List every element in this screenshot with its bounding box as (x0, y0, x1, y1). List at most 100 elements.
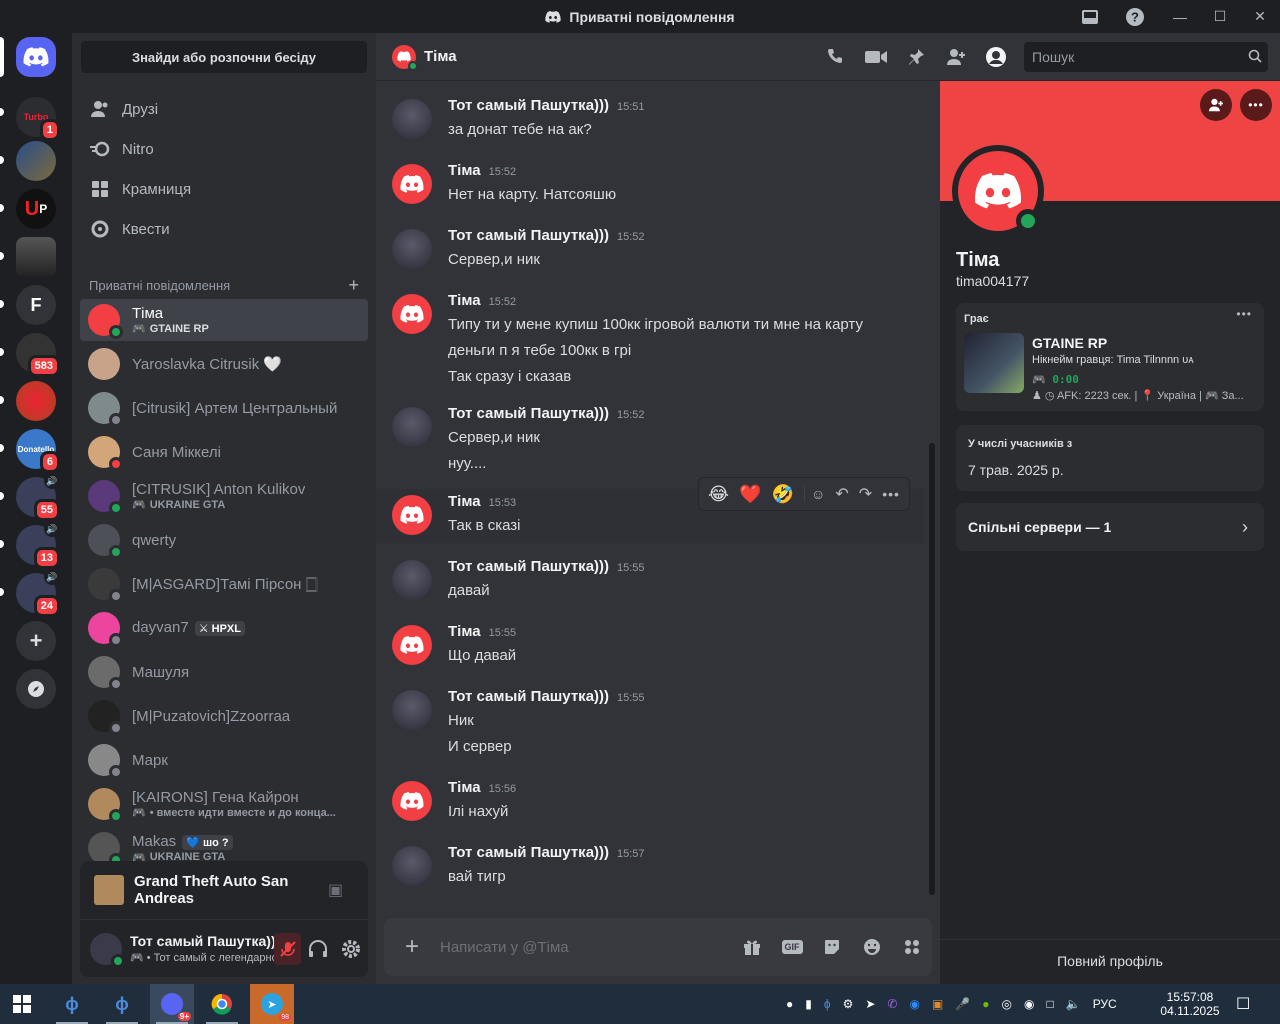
message[interactable]: Тот самый Пашутка))) 15:52 Сервер,и ник нуу… (376, 405, 924, 479)
reply-icon[interactable]: ↶ (835, 484, 848, 504)
message-author[interactable]: Тот самый Пашутка))) (448, 405, 609, 422)
dm-item[interactable]: Машуля (80, 651, 368, 693)
tray-app-icon[interactable]: ▮ (805, 997, 812, 1011)
dm-item[interactable]: Марк (80, 739, 368, 781)
message-author[interactable]: Тот самый Пашутка))) (448, 558, 609, 575)
tray-app2-icon[interactable]: ▣ (932, 997, 943, 1011)
maximize-icon[interactable]: ☐ (1200, 0, 1240, 33)
tray-discord-icon[interactable]: ● (786, 997, 793, 1011)
dm-item[interactable]: [KAIRONS] Гена Кайрон 🎮 • вместе идти вмес… (80, 783, 368, 825)
guild-7[interactable] (16, 381, 56, 421)
gif-icon[interactable]: GIF (772, 940, 812, 954)
attach-plus-icon[interactable]: + (384, 933, 440, 961)
settings-gear-icon[interactable] (334, 939, 368, 959)
headphones-icon[interactable] (301, 939, 335, 958)
guild-vykup[interactable] (16, 237, 56, 277)
discover-button[interactable] (16, 669, 56, 709)
message-author[interactable]: Тот самый Пашутка))) (448, 688, 609, 705)
dm-item[interactable]: dayvan7 ⚔ HPXL (80, 607, 368, 649)
message-author[interactable]: Тіма (448, 623, 481, 640)
dm-item[interactable]: [CITRUSIK] Anton Kulikov 🎮 UKRAINE GTA (80, 475, 368, 517)
message[interactable]: Тіма 15:56 Ілі нахуй (376, 779, 924, 827)
guild-donatello[interactable]: Donatello 6 (16, 429, 60, 473)
activity-panel[interactable]: Grand Theft Auto San Andreas ▣ (80, 861, 368, 919)
tray-clock[interactable]: 15:57:08 04.11.2025 (1152, 984, 1228, 1024)
dm-item[interactable]: qwerty (80, 519, 368, 561)
tray-network-icon[interactable]: □ (1046, 997, 1053, 1011)
discord-default-avatar-icon[interactable] (392, 294, 432, 334)
windows-start-icon[interactable] (0, 984, 44, 1024)
nav-friends[interactable]: Друзі (80, 89, 368, 129)
author-avatar[interactable] (392, 99, 432, 139)
tray-viber-icon[interactable]: ✆ (887, 997, 897, 1011)
add-reaction-icon[interactable]: ☺ (804, 486, 825, 502)
message[interactable]: Тот самый Пашутка))) 15:57 вай тигр (376, 844, 924, 892)
message-author[interactable]: Тіма (448, 493, 481, 510)
dm-item[interactable]: Тіма 🎮 GTAINE RP (80, 299, 368, 341)
user-avatar[interactable] (90, 932, 125, 968)
message[interactable]: Тіма 15:52 Нет на карту. Натсояшю (376, 162, 924, 210)
guild-9[interactable]: 🔊 55 (16, 473, 60, 521)
discord-default-avatar-icon[interactable] (392, 164, 432, 204)
tray-mic-icon[interactable]: 🎤 (955, 997, 970, 1011)
voice-call-icon[interactable] (824, 45, 848, 69)
taskbar-app-2-icon[interactable]: ϕ (100, 984, 144, 1024)
reaction-heart[interactable]: ❤️ (739, 484, 761, 505)
tray-steam-icon[interactable]: ⚙ (843, 997, 854, 1011)
guild-11[interactable]: 🔊 24 (16, 569, 60, 617)
reaction-rofl[interactable]: 🤣 (772, 484, 794, 505)
message[interactable]: Тіма 15:52 Типу ти у мене купиш 100кк ігро… (376, 292, 924, 392)
add-friend-icon[interactable] (1200, 89, 1232, 121)
tray-volume-icon[interactable]: 🔈 (1066, 997, 1081, 1011)
taskbar-chrome-icon[interactable] (200, 984, 244, 1024)
gift-icon[interactable] (732, 938, 772, 956)
author-avatar[interactable] (392, 407, 432, 447)
apps-icon[interactable] (892, 938, 932, 956)
message[interactable]: Тот самый Пашутка))) 15:52 Сервер,и ник (376, 227, 924, 275)
message-composer[interactable]: + Написати у @Тіма GIF (384, 918, 932, 976)
guild-turbo[interactable]: Turbo 1 (16, 97, 60, 141)
reaction-laugh[interactable]: 😂 (708, 484, 729, 505)
discord-default-avatar-icon[interactable] (392, 625, 432, 665)
guild-2[interactable] (16, 141, 56, 181)
tray-telegram-icon[interactable]: ➤ (865, 997, 875, 1011)
find-conversation-button[interactable]: Знайди або розпочни бесіду (81, 41, 367, 73)
full-profile-link[interactable]: Повний профіль (940, 953, 1280, 969)
message-author[interactable]: Тот самый Пашутка))) (448, 844, 609, 861)
message-author[interactable]: Тіма (448, 162, 481, 179)
emoji-icon[interactable] (852, 938, 892, 956)
nav-nitro[interactable]: Nitro (80, 129, 368, 169)
guild-f[interactable]: F (16, 285, 56, 325)
dm-item[interactable]: [Citrusik] Артем Центральный (80, 387, 368, 429)
tray-app3-icon[interactable]: ◉ (1024, 997, 1034, 1011)
dm-item[interactable]: Yaroslavka Citrusik 🤍 (80, 343, 368, 385)
dm-item[interactable]: [M|ASGARD]Тамі Пірсон 🀆 (80, 563, 368, 605)
taskbar-telegram-icon[interactable]: ➤ 98 (250, 984, 294, 1024)
author-avatar[interactable] (392, 846, 432, 886)
dm-item[interactable]: [M|Puzatovich]Zzoorraa (80, 695, 368, 737)
help-icon[interactable]: ? (1123, 5, 1147, 29)
message[interactable]: Тіма 15:55 Що давай (376, 623, 924, 671)
notifications-icon[interactable]: ☐ (1236, 984, 1250, 1024)
author-avatar[interactable] (392, 560, 432, 600)
tray-nvidia-icon[interactable]: ● (982, 997, 989, 1011)
discord-default-avatar-icon[interactable] (392, 781, 432, 821)
nav-shop[interactable]: Крамниця (80, 169, 368, 209)
user-info[interactable]: Тот самый Пашутка))) 🎮 • Тот самый с лег… (130, 933, 274, 964)
message[interactable]: Тот самый Пашутка))) 15:51 за донат тебе н… (376, 97, 924, 145)
tray-language[interactable]: РУС (1093, 997, 1117, 1011)
author-avatar[interactable] (392, 229, 432, 269)
sticker-icon[interactable] (812, 938, 852, 956)
guild-street-rp[interactable]: 583 (16, 333, 60, 377)
close-icon[interactable]: ✕ (1240, 0, 1280, 33)
home-button[interactable] (16, 37, 56, 77)
video-call-icon[interactable] (864, 45, 888, 69)
message-author[interactable]: Тот самый Пашутка))) (448, 97, 609, 114)
chat-scrollbar[interactable] (929, 443, 935, 895)
taskbar-discord-icon[interactable]: 9+ (150, 984, 194, 1024)
message-author[interactable]: Тот самый Пашутка))) (448, 227, 609, 244)
minimize-icon[interactable]: — (1160, 0, 1200, 33)
more-options-icon[interactable]: ••• (882, 486, 900, 502)
dm-item[interactable]: Саня Міккелі (80, 431, 368, 473)
composer-placeholder[interactable]: Написати у @Тіма (440, 939, 732, 956)
